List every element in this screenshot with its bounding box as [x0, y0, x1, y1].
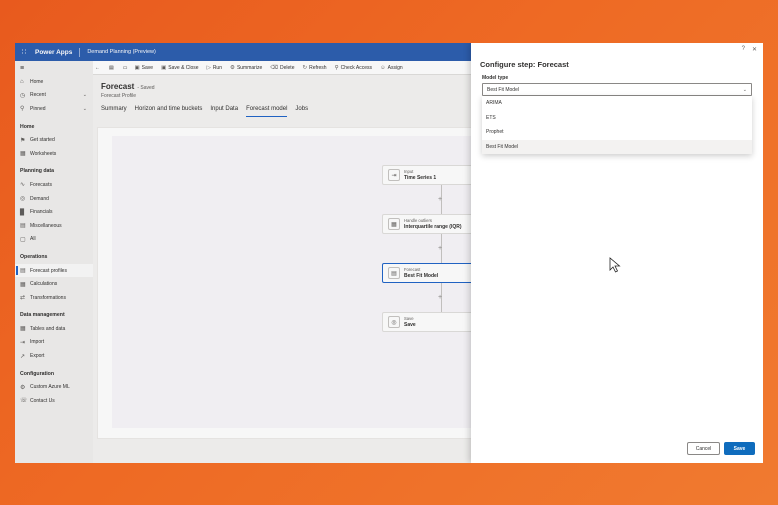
help-icon[interactable]: ?	[742, 46, 745, 53]
chevron-down-icon[interactable]: ⌄	[743, 87, 747, 93]
mouse-cursor-icon	[609, 257, 621, 273]
configure-step-panel: ? ✕ Configure step: Forecast Model type …	[471, 43, 763, 463]
option-ets[interactable]: ETS	[482, 111, 752, 126]
model-type-value: Best Fit Model	[487, 86, 519, 93]
option-best-fit-model[interactable]: Best Fit Model	[482, 139, 752, 154]
option-arima[interactable]: ARIMA	[482, 96, 752, 111]
model-type-label: Model type	[482, 75, 509, 81]
model-type-select[interactable]: Best Fit Model ⌄	[482, 83, 752, 96]
panel-save-button[interactable]: Save	[724, 442, 755, 455]
option-prophet[interactable]: Prophet	[482, 125, 752, 140]
model-type-dropdown: ARIMA ETS Prophet Best Fit Model	[482, 96, 752, 154]
app-window: ∷ Power Apps Demand Planning (Preview) ≡…	[15, 43, 763, 463]
panel-top-icons: ? ✕	[735, 46, 757, 53]
modal-overlay[interactable]	[15, 43, 471, 463]
panel-title: Configure step: Forecast	[480, 60, 569, 69]
cancel-button[interactable]: Cancel	[687, 442, 720, 455]
close-icon[interactable]: ✕	[752, 46, 757, 53]
